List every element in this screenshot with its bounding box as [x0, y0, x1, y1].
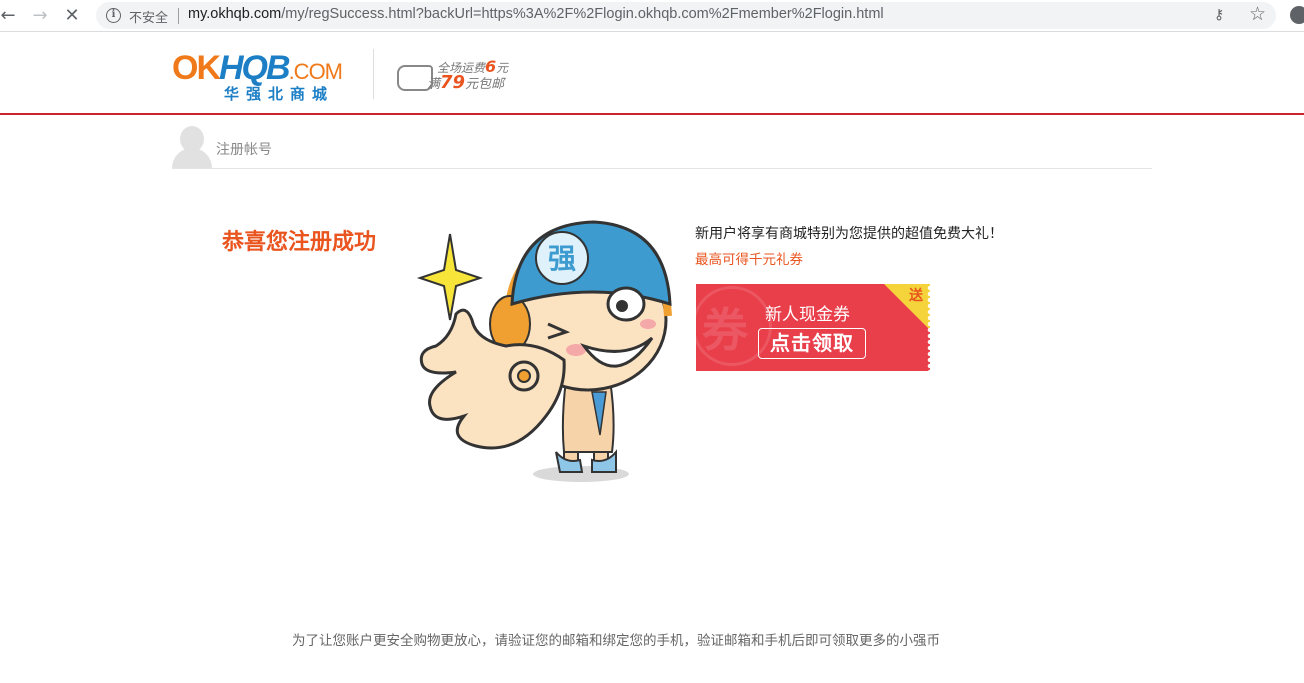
forward-arrow-icon[interactable]: → — [28, 4, 52, 28]
register-title: 注册帐号 — [216, 142, 272, 158]
coupon-perforated-edge — [926, 284, 930, 371]
logo-ok: OK — [172, 49, 221, 87]
address-bar[interactable]: i 不安全 my.okhqb.com/my/regSuccess.html?ba… — [96, 2, 1276, 29]
account-icon[interactable] — [1290, 6, 1304, 24]
coupon-title: 新人现金券 — [765, 305, 850, 325]
bookmark-star-icon[interactable]: ☆ — [1249, 3, 1266, 25]
info-icon[interactable]: i — [106, 8, 121, 23]
logo-hqb: HQB — [219, 49, 291, 87]
gift-description: 新用户将享有商城特别为您提供的超值免费大礼！ — [695, 226, 1003, 242]
success-title: 恭喜您注册成功 — [222, 230, 377, 255]
security-indicator[interactable]: 不安全 — [129, 7, 168, 26]
sparkle-icon — [416, 233, 484, 321]
url-path: /my/regSuccess.html?backUrl=https%3A%2F%… — [281, 6, 884, 22]
address-divider — [178, 8, 179, 24]
mascot-illustration: 强 — [416, 220, 672, 482]
claim-coupon-button[interactable]: 点击领取 — [758, 328, 866, 359]
register-section-bar: 注册帐号 — [172, 124, 1152, 169]
key-icon[interactable]: ⚷ — [1214, 7, 1224, 23]
coupon-watermark-glyph: 券 — [702, 303, 748, 357]
coupon-corner-ribbon — [884, 284, 930, 330]
url-text[interactable]: my.okhqb.com/my/regSuccess.html?backUrl=… — [188, 6, 884, 22]
header-divider — [373, 49, 374, 99]
verification-note: 为了让您账户更安全购物更放心，请验证您的邮箱和绑定您的手机，验证邮箱和手机后即可… — [292, 633, 940, 649]
shipping-promo: 全场运费6元 满79元包邮 — [397, 57, 513, 97]
browser-toolbar: ← → ✕ i 不安全 my.okhqb.com/my/regSuccess.h… — [0, 0, 1304, 32]
back-arrow-icon[interactable]: ← — [0, 4, 20, 28]
user-avatar-icon — [172, 124, 212, 168]
gift-max-value: 最高可得千元礼券 — [695, 252, 803, 268]
site-logo[interactable]: OKHQB.COM 华强北商城 — [172, 49, 343, 103]
site-header: OKHQB.COM 华强北商城 全场运费6元 满79元包邮 — [0, 33, 1304, 115]
new-user-coupon[interactable]: 券 新人现金券 点击领取 送 — [696, 284, 930, 371]
logo-subtitle: 华强北商城 — [224, 85, 335, 103]
cap-emblem: 强 — [548, 242, 576, 275]
url-host: my.okhqb.com — [188, 6, 282, 22]
logo-com: .COM — [288, 59, 343, 84]
free-shipping-text: 满79元包邮 — [427, 72, 505, 93]
coupon-corner-label: 送 — [909, 288, 923, 304]
stop-loading-icon[interactable]: ✕ — [60, 4, 84, 28]
